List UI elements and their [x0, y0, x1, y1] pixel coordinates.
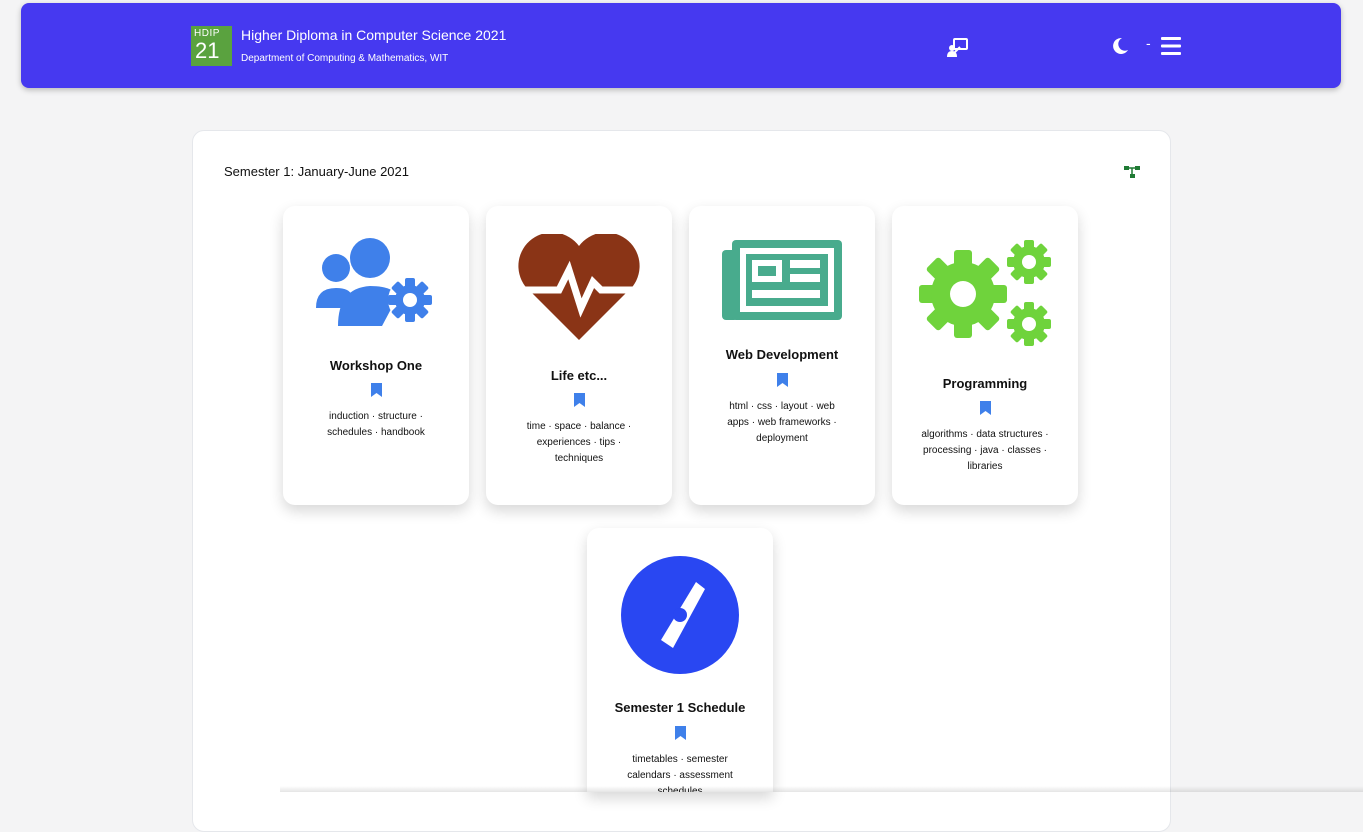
- bookmark-icon: [283, 383, 469, 397]
- dark-mode-moon-icon[interactable]: [1111, 37, 1129, 55]
- course-subtitle: Department of Computing & Mathematics, W…: [241, 53, 449, 64]
- bottom-scroll-shadow: [280, 786, 1363, 792]
- card-life-etc[interactable]: Life etc... time · space · balance · exp…: [486, 206, 672, 505]
- user-gear-icon: [283, 238, 469, 328]
- presenter-icon[interactable]: [947, 36, 969, 58]
- card-description: algorithms · data structures · processin…: [921, 429, 1049, 472]
- hamburger-menu-icon[interactable]: [1161, 37, 1181, 55]
- card-title: Programming: [942, 376, 1028, 391]
- bookmark-icon: [486, 393, 672, 407]
- card-workshop-one[interactable]: Workshop One induction · structure · sch…: [283, 206, 469, 505]
- logo-bottom-text: 21: [195, 38, 220, 63]
- card-semester-1-schedule[interactable]: Semester 1 Schedule timetables · semeste…: [587, 528, 773, 792]
- compass-icon: [587, 556, 773, 674]
- course-title[interactable]: Higher Diploma in Computer Science 2021: [241, 26, 506, 44]
- card-web-development[interactable]: Web Development html · css · layout · we…: [689, 206, 875, 505]
- tree-view-icon[interactable]: [1124, 165, 1140, 179]
- card-description: html · css · layout · web apps · web fra…: [727, 401, 837, 444]
- course-logo[interactable]: HDIP 21: [191, 26, 232, 66]
- card-title: Web Development: [725, 347, 839, 362]
- section-title: Semester 1: January-June 2021: [224, 164, 409, 179]
- card-title: Life etc...: [550, 368, 608, 383]
- card-title: Semester 1 Schedule: [614, 700, 746, 715]
- bookmark-icon: [892, 401, 1078, 415]
- heart-pulse-icon: [486, 234, 672, 340]
- newspaper-icon: [689, 240, 875, 320]
- cogs-icon: [892, 240, 1078, 346]
- navbar-separator: -: [1146, 35, 1151, 51]
- card-title: Workshop One: [329, 358, 423, 373]
- bookmark-icon: [689, 373, 875, 387]
- bookmark-icon: [587, 726, 773, 740]
- card-programming[interactable]: Programming algorithms · data structures…: [892, 206, 1078, 505]
- card-description: time · space · balance · experiences · t…: [526, 421, 632, 464]
- card-description: induction · structure · schedules · hand…: [327, 411, 425, 438]
- navbar: HDIP 21 Higher Diploma in Computer Scien…: [21, 3, 1341, 88]
